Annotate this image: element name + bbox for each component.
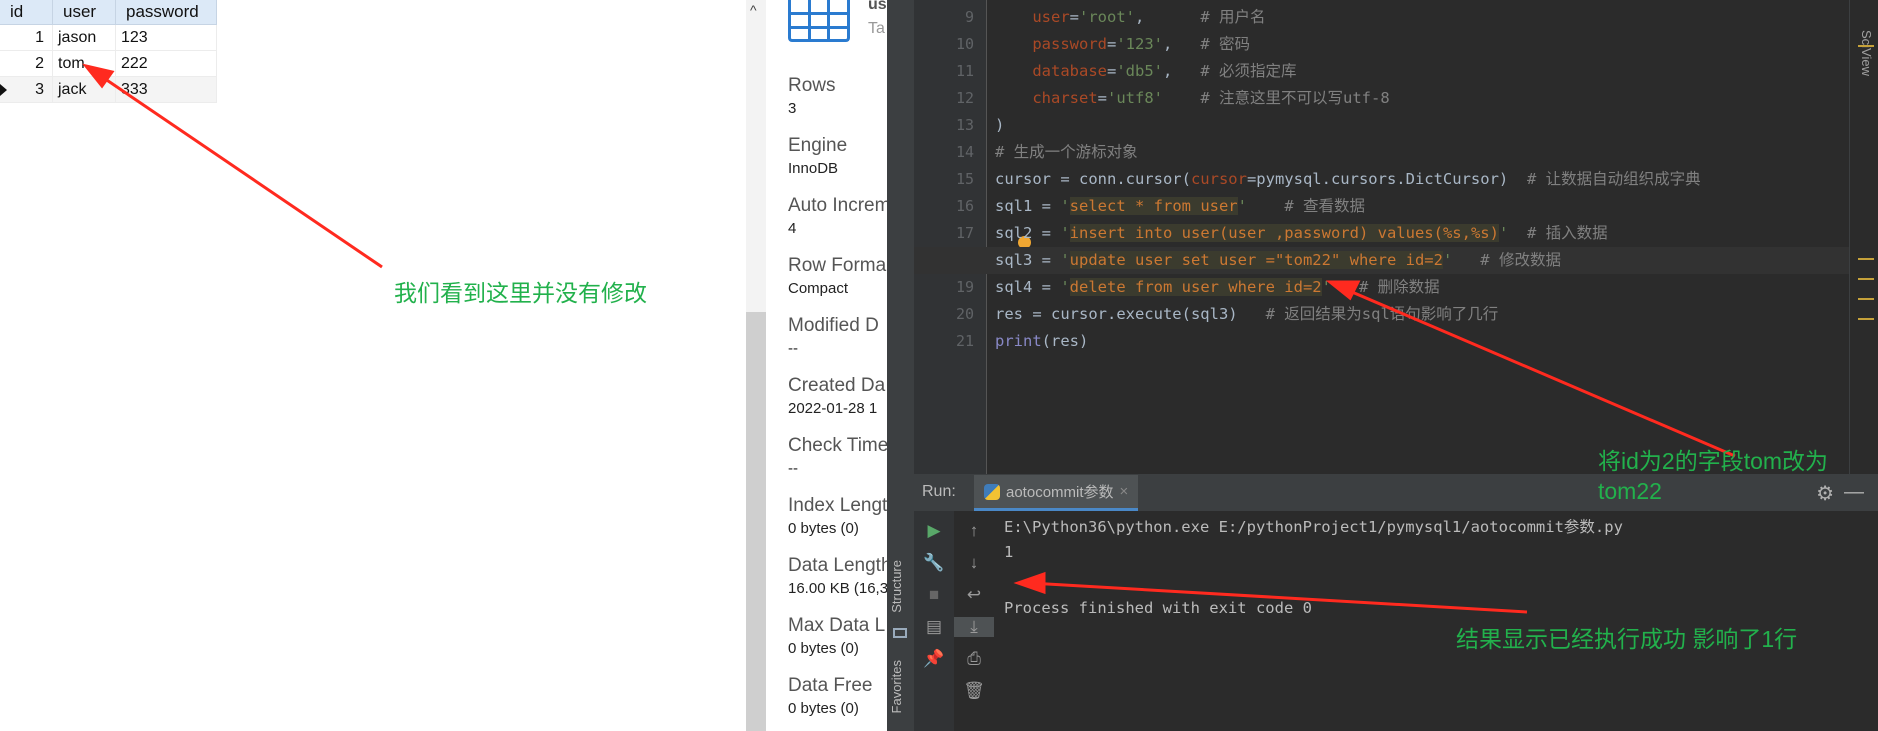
arrow-to-grid-row	[91, 68, 383, 269]
arrowhead	[1013, 571, 1046, 595]
annotation-not-modified: 我们看到这里并没有修改	[394, 280, 647, 306]
arrow-to-sql-line	[1337, 284, 1736, 458]
annotation-result: 结果显示已经执行成功 影响了1行	[1456, 626, 1798, 652]
arrow-to-console-output	[1029, 581, 1528, 614]
arrowhead	[1325, 280, 1361, 301]
annotation-change-description: 将id为2的字段tom改为tom22	[1598, 448, 1829, 504]
arrowhead	[82, 63, 115, 89]
annotation-arrows	[82, 63, 1736, 614]
